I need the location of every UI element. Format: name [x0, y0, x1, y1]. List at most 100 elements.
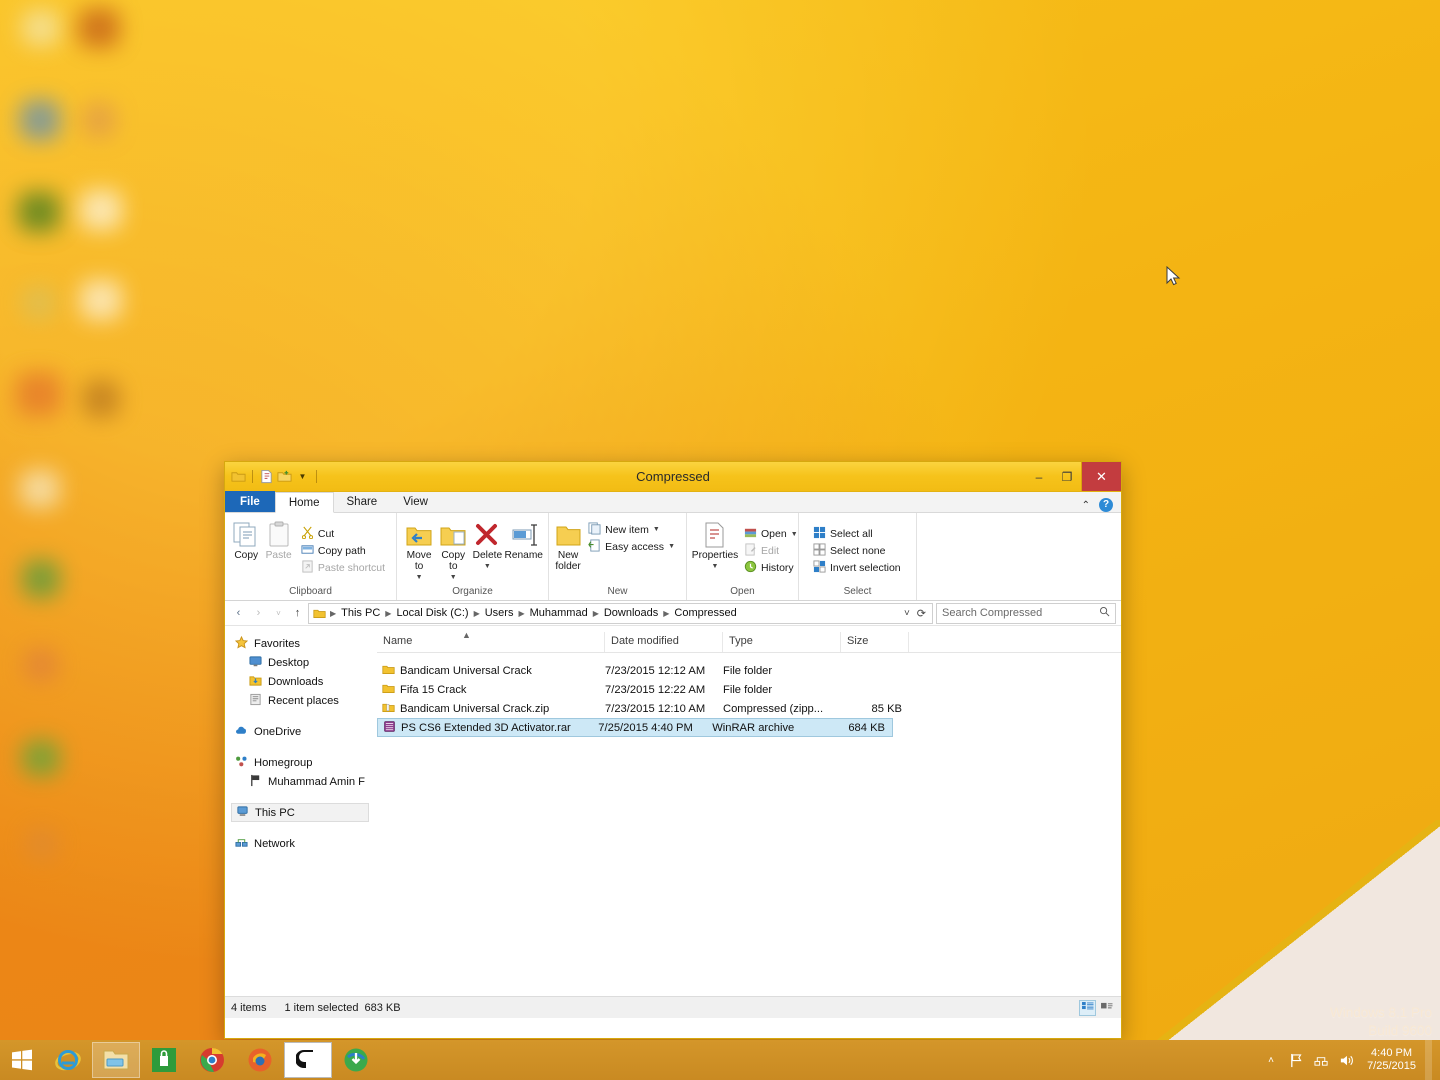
address-dropdown-icon[interactable]: ˅: [904, 608, 910, 619]
table-row[interactable]: PS CS6 Extended 3D Activator.rar 7/25/20…: [377, 718, 893, 737]
sidebar-item-network[interactable]: Network: [231, 834, 377, 853]
chevron-down-icon[interactable]: ▼: [668, 543, 675, 550]
window-title-bar[interactable]: ▼ Compressed – ❐ ✕: [225, 462, 1121, 492]
navigation-pane[interactable]: Favorites Desktop Downloads Recent place…: [225, 626, 377, 996]
tab-view[interactable]: View: [390, 491, 441, 512]
table-row[interactable]: Bandicam Universal Crack.zip 7/23/2015 1…: [377, 699, 1121, 718]
chevron-down-icon[interactable]: ▼: [712, 561, 719, 572]
quick-access-toolbar[interactable]: ▼: [225, 469, 320, 484]
breadcrumb-users[interactable]: Users: [482, 607, 517, 619]
network-tray-icon[interactable]: [1313, 1052, 1329, 1068]
chevron-down-icon[interactable]: ▼: [450, 572, 457, 583]
start-button[interactable]: [0, 1040, 44, 1080]
breadcrumb-this-pc[interactable]: This PC: [338, 607, 383, 619]
taskbar-firefox[interactable]: [236, 1042, 284, 1078]
new-folder-icon[interactable]: [277, 469, 292, 484]
cut-button[interactable]: Cut: [298, 526, 388, 543]
chevron-down-icon[interactable]: ▼: [484, 561, 491, 572]
table-row[interactable]: Bandicam Universal Crack 7/23/2015 12:12…: [377, 661, 1121, 680]
show-desktop-button[interactable]: [1425, 1040, 1432, 1080]
select-none-button[interactable]: Select none: [810, 543, 904, 560]
properties-button[interactable]: Properties ▼: [692, 516, 738, 586]
history-button[interactable]: History: [741, 560, 801, 577]
tab-file[interactable]: File: [225, 491, 275, 512]
refresh-icon[interactable]: ⟳: [917, 607, 926, 620]
new-folder-button[interactable]: New folder: [554, 516, 582, 586]
sidebar-item-onedrive[interactable]: OneDrive: [231, 722, 377, 741]
close-button[interactable]: ✕: [1081, 462, 1121, 491]
large-icons-view-button[interactable]: [1098, 1000, 1115, 1016]
chevron-down-icon[interactable]: ▼: [791, 531, 798, 538]
sidebar-item-homegroup[interactable]: Homegroup: [231, 753, 377, 772]
breadcrumb[interactable]: ▶ This PC ▶ Local Disk (C:) ▶ Users ▶ Mu…: [308, 602, 933, 624]
delete-button[interactable]: Delete ▼: [470, 516, 504, 586]
back-button[interactable]: ‹: [230, 605, 247, 622]
folder-icon[interactable]: [231, 469, 246, 484]
system-tray[interactable]: ˄ 4:40 PM 7/25/2015: [1263, 1040, 1440, 1080]
column-header-date[interactable]: Date modified: [605, 632, 723, 652]
column-headers[interactable]: Name Date modified Type Size ▲: [377, 630, 1121, 653]
paste-button[interactable]: Paste: [262, 516, 294, 586]
view-buttons[interactable]: [1079, 999, 1115, 1016]
breadcrumb-muhammad[interactable]: Muhammad: [527, 607, 591, 619]
chevron-down-icon[interactable]: ▼: [416, 572, 423, 583]
tab-share[interactable]: Share: [334, 491, 391, 512]
taskbar-idm[interactable]: [332, 1042, 380, 1078]
help-icon[interactable]: ?: [1099, 498, 1113, 512]
easy-access-button[interactable]: Easy access ▼: [585, 538, 678, 555]
breadcrumb-compressed[interactable]: Compressed: [671, 607, 739, 619]
sidebar-item-favorites[interactable]: Favorites: [231, 634, 377, 653]
breadcrumb-downloads[interactable]: Downloads: [601, 607, 661, 619]
maximize-button[interactable]: ❐: [1053, 462, 1081, 491]
forward-button[interactable]: ›: [250, 605, 267, 622]
copy-to-button[interactable]: Copy to ▼: [436, 516, 470, 586]
ribbon-tab-strip[interactable]: File Home Share View ⌃ ?: [225, 491, 1121, 513]
address-bar-row[interactable]: ‹ › ˅ ↑ ▶ This PC ▶ Local Disk (C:) ▶ Us…: [225, 601, 1121, 626]
properties-icon[interactable]: [259, 469, 274, 484]
table-row[interactable]: Fifa 15 Crack 7/23/2015 12:22 AM File fo…: [377, 680, 1121, 699]
ribbon[interactable]: Copy Paste Cut Copy path Paste shortcut …: [225, 513, 1121, 601]
desktop[interactable]: Windows 8.1 Pro Build 9600 ▼ Compressed: [0, 0, 1440, 1080]
taskbar-clock[interactable]: 4:40 PM 7/25/2015: [1363, 1047, 1416, 1073]
search-input[interactable]: Search Compressed: [936, 602, 1116, 624]
invert-selection-button[interactable]: Invert selection: [810, 560, 904, 577]
file-list-pane[interactable]: Name Date modified Type Size ▲ Bandicam …: [377, 626, 1121, 996]
search-icon[interactable]: [1099, 606, 1110, 620]
open-button[interactable]: Open ▼: [741, 526, 801, 543]
file-explorer-window[interactable]: ▼ Compressed – ❐ ✕ File Home Share View …: [224, 461, 1122, 1039]
up-button[interactable]: ↑: [290, 607, 305, 619]
copy-path-button[interactable]: Copy path: [298, 543, 388, 560]
column-header-name[interactable]: Name: [377, 632, 605, 652]
taskbar-file-explorer[interactable]: [92, 1042, 140, 1078]
sidebar-item-desktop[interactable]: Desktop: [231, 653, 377, 672]
chevron-down-icon[interactable]: ▼: [295, 469, 310, 484]
show-hidden-icons[interactable]: ˄: [1263, 1052, 1279, 1068]
taskbar-camtasia[interactable]: [284, 1042, 332, 1078]
move-to-button[interactable]: Move to ▼: [402, 516, 436, 586]
window-controls[interactable]: – ❐ ✕: [1025, 462, 1121, 491]
sidebar-item-downloads[interactable]: Downloads: [231, 672, 377, 691]
paste-shortcut-button[interactable]: Paste shortcut: [298, 560, 388, 577]
taskbar[interactable]: ˄ 4:40 PM 7/25/2015: [0, 1040, 1440, 1080]
column-header-type[interactable]: Type: [723, 632, 841, 652]
column-header-size[interactable]: Size: [841, 632, 909, 652]
volume-icon[interactable]: [1338, 1052, 1354, 1068]
copy-button[interactable]: Copy: [230, 516, 262, 586]
action-center-icon[interactable]: [1288, 1052, 1304, 1068]
tab-home[interactable]: Home: [274, 492, 334, 513]
edit-button[interactable]: Edit: [741, 543, 801, 560]
breadcrumb-local-disk[interactable]: Local Disk (C:): [393, 607, 471, 619]
taskbar-store[interactable]: [140, 1042, 188, 1078]
recent-locations-button[interactable]: ˅: [270, 605, 287, 622]
new-item-button[interactable]: New item ▼: [585, 521, 678, 538]
select-all-button[interactable]: Select all: [810, 526, 904, 543]
sidebar-item-this-pc[interactable]: This PC: [231, 803, 369, 822]
taskbar-internet-explorer[interactable]: [44, 1042, 92, 1078]
minimize-button[interactable]: –: [1025, 462, 1053, 491]
details-view-button[interactable]: [1079, 999, 1096, 1016]
rename-button[interactable]: Rename: [504, 516, 543, 586]
taskbar-chrome[interactable]: [188, 1042, 236, 1078]
chevron-down-icon[interactable]: ▼: [653, 526, 660, 533]
sidebar-item-recent-places[interactable]: Recent places: [231, 691, 377, 710]
collapse-ribbon-icon[interactable]: ⌃: [1082, 500, 1090, 511]
